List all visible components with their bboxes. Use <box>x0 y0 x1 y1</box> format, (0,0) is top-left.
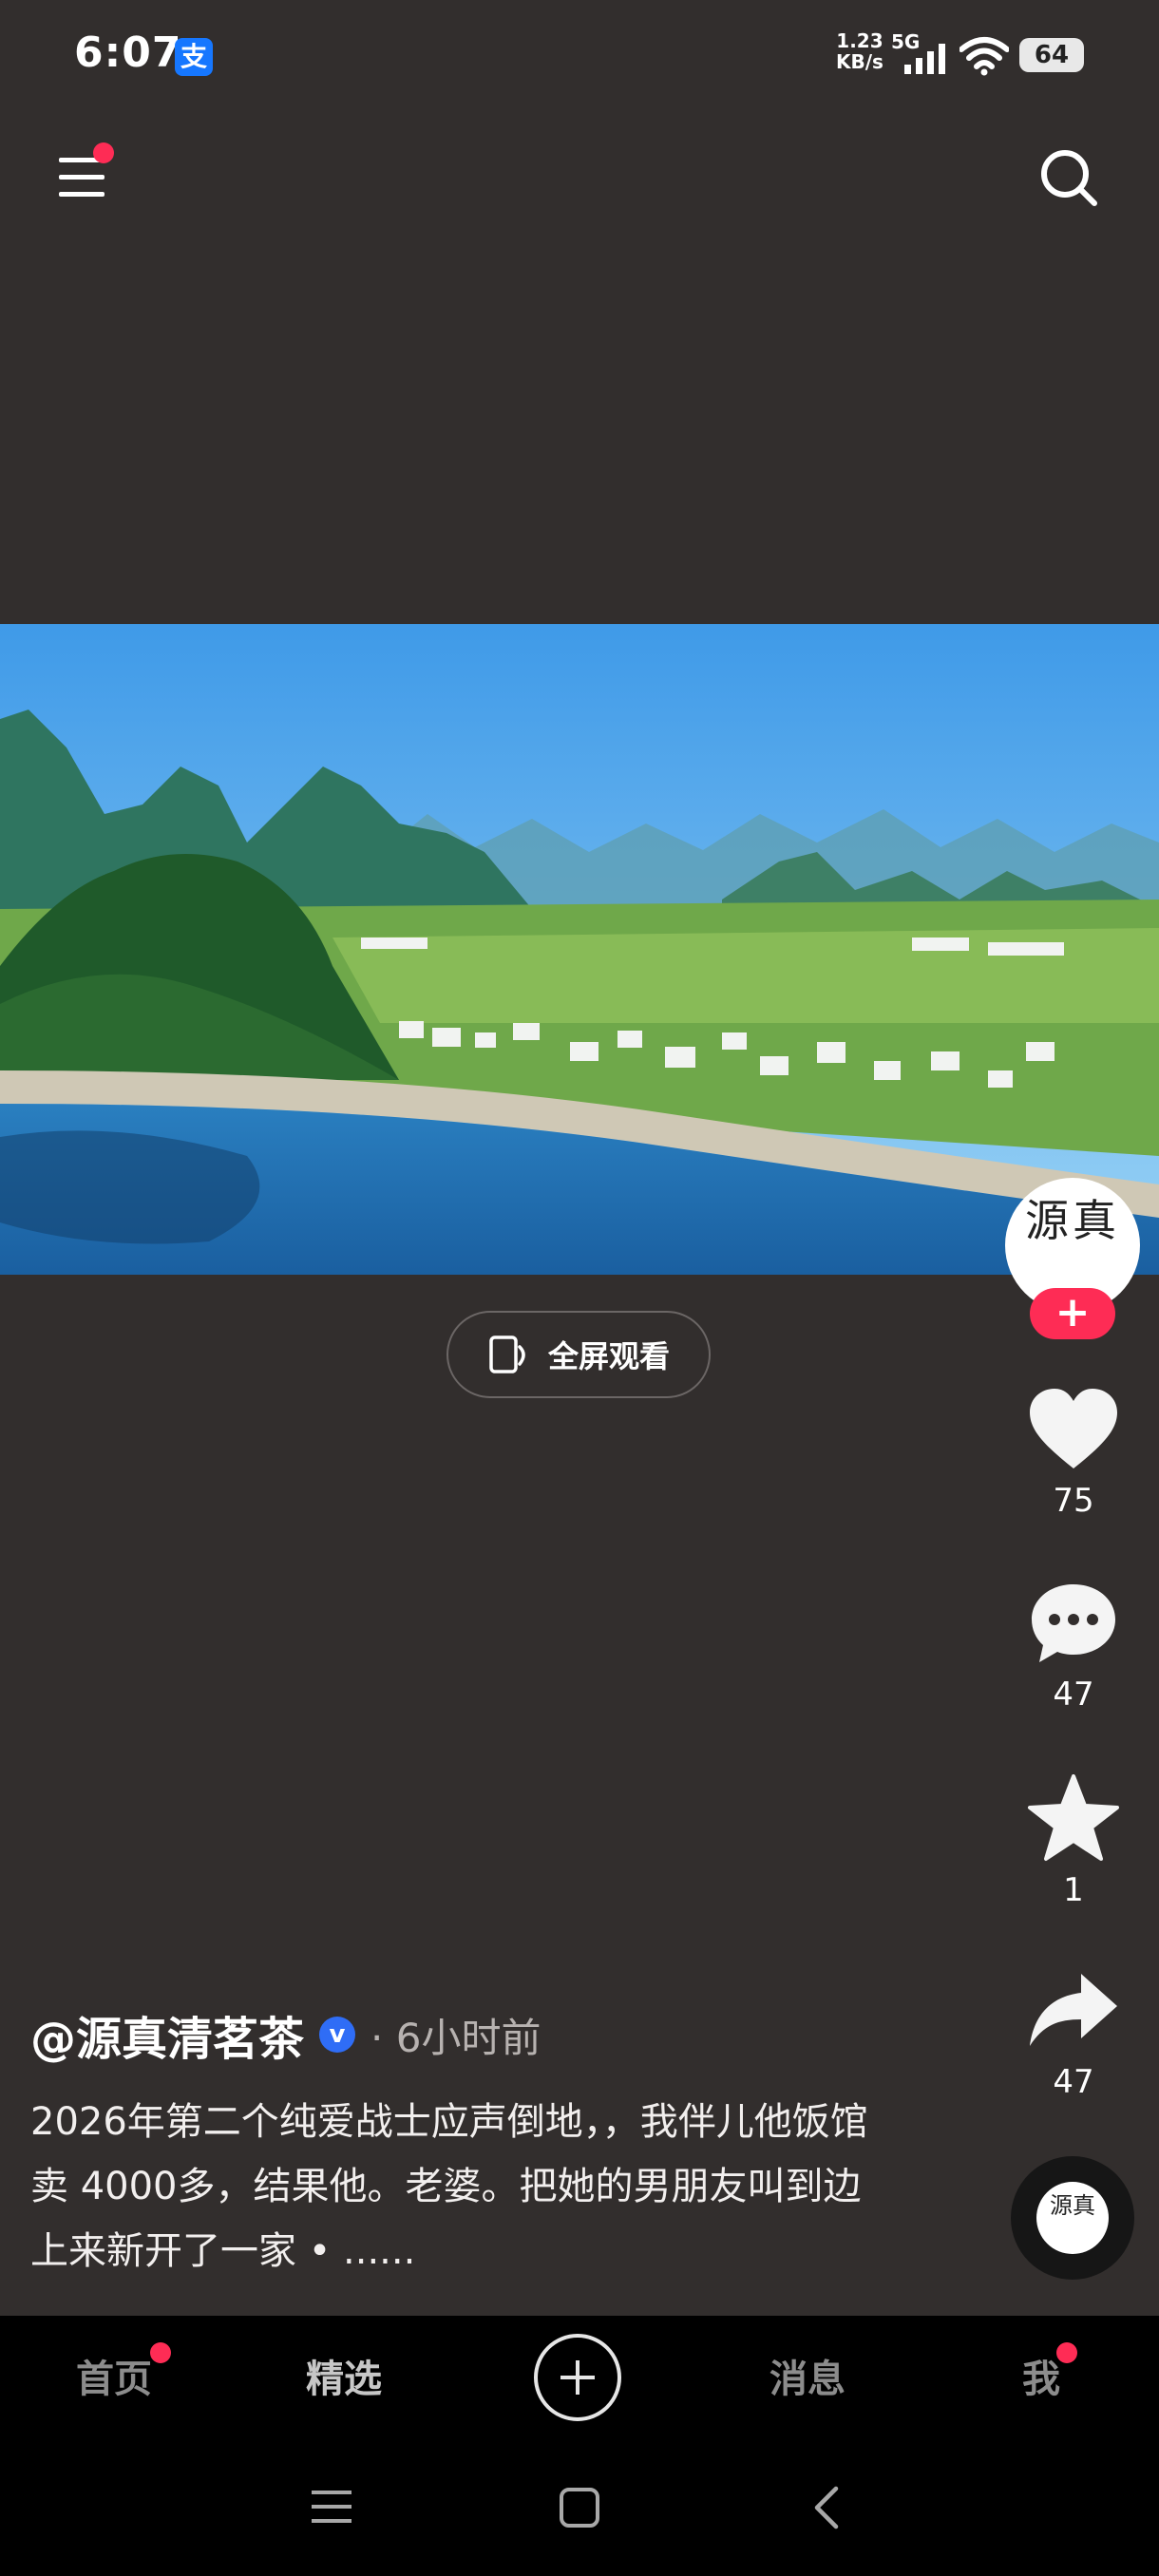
menu-notification-dot <box>93 142 114 163</box>
author-avatar-text: 源真 <box>1025 1195 1120 1246</box>
tab-home[interactable]: 首页 <box>76 2348 152 2403</box>
music-disc-cover: 源真 <box>1036 2182 1109 2254</box>
create-button[interactable] <box>534 2334 621 2421</box>
cellular-signal-icon <box>904 44 945 74</box>
network-speed: 1.23 KB/s <box>836 30 884 72</box>
me-notification-dot <box>1056 2342 1077 2363</box>
video-caption[interactable]: 2026年第二个纯爱战士应声倒地，，我伴儿他饭馆卖 4000多，结果他。老婆。把… <box>30 2090 885 2283</box>
post-time: · 6小时前 <box>370 2014 542 2061</box>
plus-icon <box>560 2360 595 2395</box>
tab-messages[interactable]: 消息 <box>770 2348 846 2403</box>
back-icon[interactable] <box>809 2485 842 2530</box>
home-notification-dot <box>150 2342 171 2363</box>
comment-count: 47 <box>1053 1676 1094 1714</box>
video-player[interactable] <box>0 624 1159 1275</box>
comment-icon <box>1032 1584 1115 1662</box>
home-system-icon[interactable] <box>559 2487 600 2529</box>
alipay-icon: 支 <box>175 38 213 76</box>
author-name[interactable]: @源真清茗茶 <box>30 2001 304 2068</box>
comment-button[interactable]: 47 <box>1016 1581 1130 1714</box>
tab-featured[interactable]: 精选 <box>306 2348 382 2403</box>
fullscreen-label: 全屏观看 <box>547 1338 670 1374</box>
search-icon[interactable] <box>1036 144 1102 211</box>
follow-button[interactable]: + <box>1030 1288 1115 1339</box>
verified-badge-icon: v <box>319 2017 356 2053</box>
status-time: 6:07 <box>74 28 182 77</box>
favorite-count: 1 <box>1063 1871 1084 1909</box>
like-button[interactable]: 75 <box>1016 1387 1130 1520</box>
battery-indicator: 64 <box>1019 38 1084 72</box>
author-row: @源真清茗茶 v · 6小时前 <box>30 2006 542 2066</box>
rotate-screen-icon <box>489 1335 525 1373</box>
share-arrow-icon <box>1030 1974 1117 2046</box>
recent-apps-icon[interactable] <box>310 2487 353 2527</box>
share-count: 47 <box>1053 2063 1094 2101</box>
share-button[interactable]: 47 <box>1016 1968 1130 2101</box>
wifi-icon <box>960 37 1009 76</box>
like-count: 75 <box>1053 1482 1094 1520</box>
music-disc-cover-text: 源真 <box>1050 2192 1095 2219</box>
tab-me[interactable]: 我 <box>1022 2348 1060 2403</box>
heart-icon <box>1030 1389 1117 1468</box>
network-speed-value: 1.23 <box>836 29 884 52</box>
network-speed-unit: KB/s <box>836 50 884 73</box>
fullscreen-button[interactable]: 全屏观看 <box>446 1311 711 1398</box>
star-icon <box>1028 1774 1119 1861</box>
favorite-button[interactable]: 1 <box>1016 1774 1130 1909</box>
